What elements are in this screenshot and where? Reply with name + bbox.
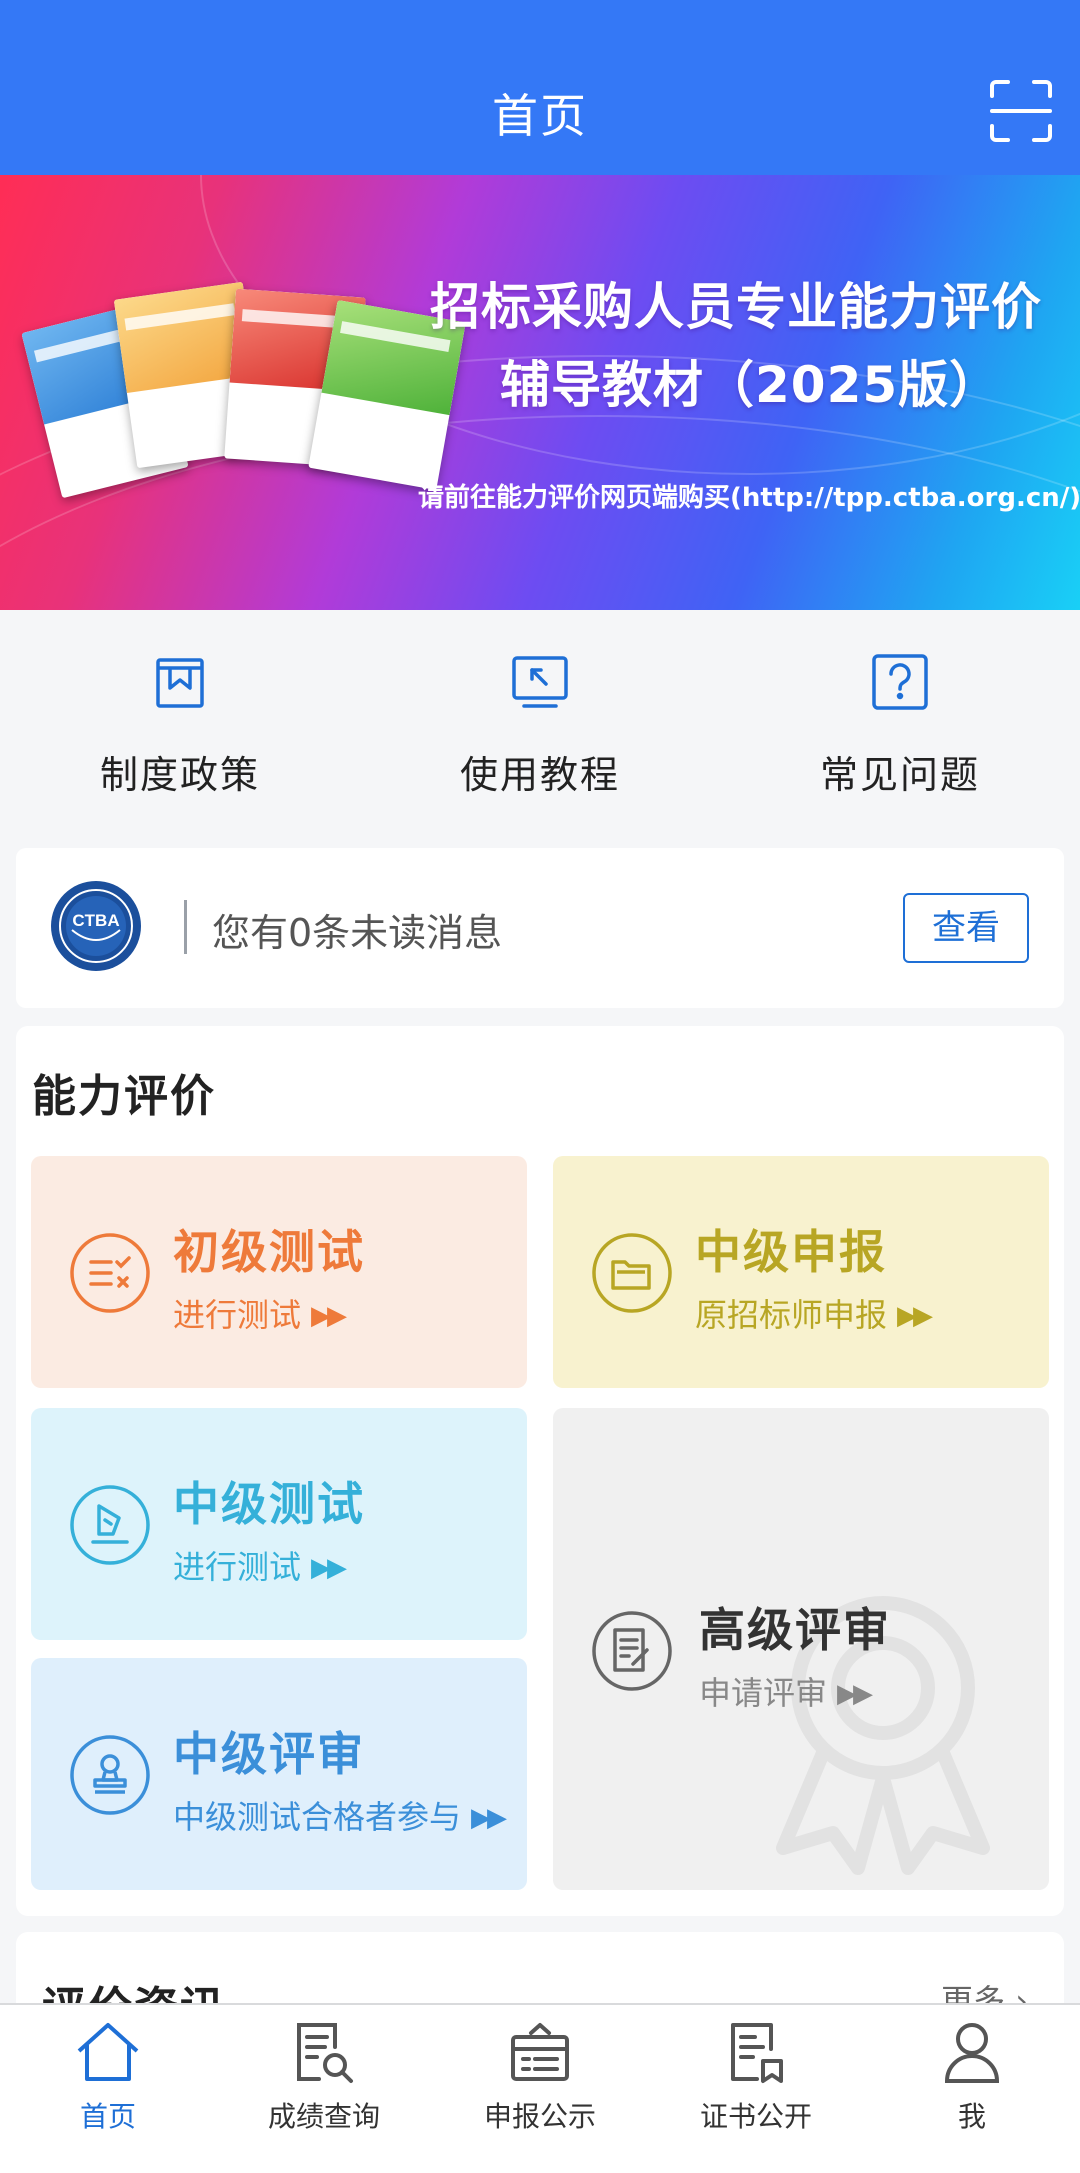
menu-item-faq[interactable]: 常见问题 bbox=[750, 650, 1050, 799]
menu-item-policy[interactable]: 制度政策 bbox=[30, 650, 330, 799]
page-title: 首页 bbox=[492, 89, 588, 143]
tile-subtitle: 申请评审 ▶▶ bbox=[699, 1674, 873, 1712]
tile-intermediate-apply[interactable]: 中级申报 原招标师申报 ▶▶ bbox=[553, 1156, 1049, 1388]
tutorial-icon bbox=[512, 656, 568, 708]
tile-subtitle: 原招标师申报 ▶▶ bbox=[695, 1296, 933, 1334]
shortcut-menu: 制度政策 使用教程 常见问题 bbox=[0, 610, 1080, 840]
tab-label: 首页 bbox=[79, 2100, 136, 2133]
ctba-logo: CTBA bbox=[51, 881, 141, 971]
double-arrow-icon: ▶▶ bbox=[311, 1553, 347, 1583]
top-app-bar: 首页 bbox=[0, 0, 1080, 175]
tile-title: 中级申报 bbox=[695, 1225, 887, 1279]
menu-item-label: 制度政策 bbox=[99, 753, 260, 797]
tile-junior-test[interactable]: 初级测试 进行测试 ▶▶ bbox=[31, 1156, 527, 1388]
stamp-icon bbox=[70, 1735, 150, 1815]
tile-subtitle: 中级测试合格者参与 ▶▶ bbox=[173, 1798, 507, 1836]
double-arrow-icon: ▶▶ bbox=[471, 1803, 507, 1833]
double-arrow-icon: ▶▶ bbox=[897, 1301, 933, 1331]
unread-message-text: 您有0条未读消息 bbox=[212, 911, 503, 955]
home-icon bbox=[77, 2023, 139, 2081]
folder-icon bbox=[592, 1233, 672, 1313]
tab-label: 证书公开 bbox=[699, 2100, 812, 2133]
tab-home[interactable]: 首页 bbox=[0, 2019, 216, 2135]
checklist-icon bbox=[70, 1233, 150, 1313]
ability-evaluation-section: 能力评价 初级测试 进行测试 ▶▶ 中级申报 原招标师申报 ▶▶ 中级测试 进行… bbox=[16, 1026, 1064, 1916]
promo-banner[interactable]: 招标采购人员专业能力评价 辅导教材（2025版） 请前往能力评价网页端购买(ht… bbox=[0, 175, 1080, 610]
tab-score-query[interactable]: 成绩查询 bbox=[216, 2019, 432, 2135]
document-edit-icon bbox=[592, 1611, 672, 1691]
tab-profile[interactable]: 我 bbox=[864, 2019, 1080, 2135]
view-messages-button[interactable]: 查看 bbox=[903, 893, 1029, 963]
tile-title: 高级评审 bbox=[699, 1603, 891, 1657]
tile-title: 中级测试 bbox=[173, 1477, 365, 1531]
announcement-icon bbox=[511, 2023, 569, 2081]
divider bbox=[184, 900, 187, 954]
tile-subtitle: 进行测试 ▶▶ bbox=[173, 1296, 347, 1334]
section-title: 能力评价 bbox=[32, 1071, 216, 1122]
tab-certificate[interactable]: 证书公开 bbox=[648, 2019, 864, 2135]
tile-title: 初级测试 bbox=[173, 1225, 365, 1279]
banner-title-line2: 辅导教材（2025版） bbox=[500, 356, 1001, 414]
tab-label: 成绩查询 bbox=[267, 2100, 380, 2133]
banner-title: 招标采购人员专业能力评价 bbox=[430, 278, 1042, 336]
tab-label: 申报公示 bbox=[483, 2100, 596, 2133]
message-card: CTBA 您有0条未读消息 查看 bbox=[16, 848, 1064, 1008]
tile-senior-review[interactable]: 高级评审 申请评审 ▶▶ bbox=[553, 1408, 1049, 1890]
tile-intermediate-review[interactable]: 中级评审 中级测试合格者参与 ▶▶ bbox=[31, 1658, 527, 1890]
menu-item-label: 常见问题 bbox=[819, 753, 980, 797]
pen-icon bbox=[70, 1485, 150, 1565]
tile-intermediate-test[interactable]: 中级测试 进行测试 ▶▶ bbox=[31, 1408, 527, 1640]
question-icon bbox=[872, 654, 928, 710]
banner-subtitle: 请前往能力评价网页端购买(http://tpp.ctba.org.cn/) bbox=[418, 483, 1080, 513]
double-arrow-icon: ▶▶ bbox=[837, 1679, 873, 1709]
home-page: 首页 招标采购人员专业能力评价 辅导教材（2025版） 请前往能力评价网页端购买… bbox=[0, 0, 1080, 2173]
menu-item-tutorial[interactable]: 使用教程 bbox=[390, 650, 690, 799]
double-arrow-icon: ▶▶ bbox=[311, 1301, 347, 1331]
tab-announcement[interactable]: 申报公示 bbox=[432, 2019, 648, 2135]
bottom-tab-bar: 首页 成绩查询 申报公示 证书公开 我 bbox=[0, 2003, 1080, 2173]
certificate-icon bbox=[731, 2023, 783, 2083]
tile-title: 中级评审 bbox=[173, 1727, 365, 1781]
user-icon bbox=[944, 2023, 1000, 2083]
score-search-icon bbox=[297, 2023, 353, 2083]
tile-subtitle: 进行测试 ▶▶ bbox=[173, 1548, 347, 1586]
scan-icon[interactable] bbox=[988, 78, 1054, 144]
svg-text:CTBA: CTBA bbox=[72, 911, 119, 930]
tab-label: 我 bbox=[957, 2100, 986, 2133]
bookmark-icon bbox=[156, 658, 204, 708]
menu-item-label: 使用教程 bbox=[459, 753, 620, 797]
